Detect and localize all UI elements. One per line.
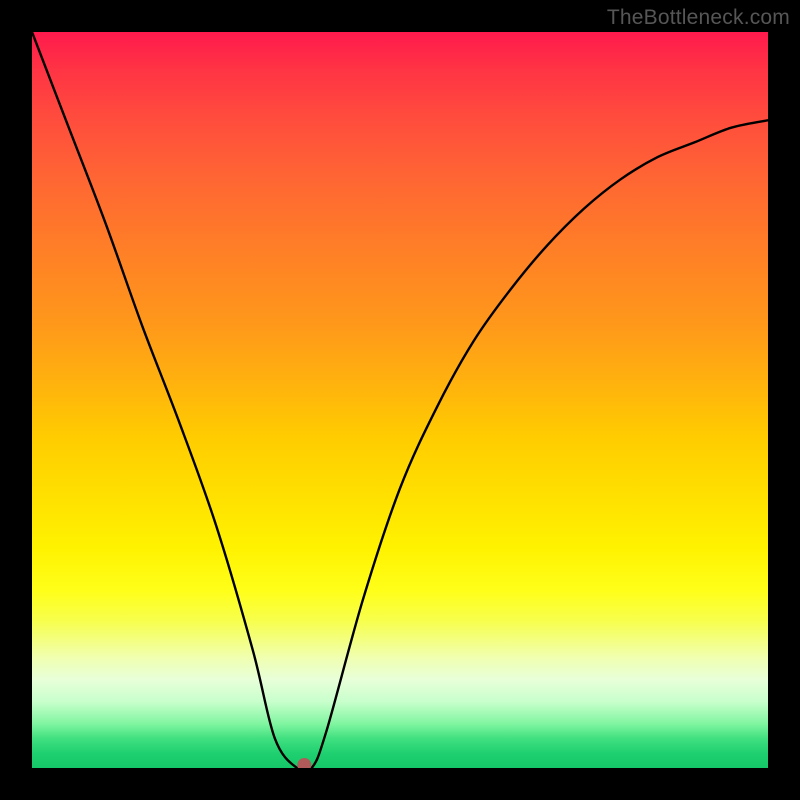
chart-frame: TheBottleneck.com	[0, 0, 800, 800]
bottleneck-curve	[32, 32, 768, 768]
plot-area	[32, 32, 768, 768]
optimum-marker	[297, 758, 311, 768]
watermark-text: TheBottleneck.com	[607, 6, 790, 30]
curve-svg	[32, 32, 768, 768]
